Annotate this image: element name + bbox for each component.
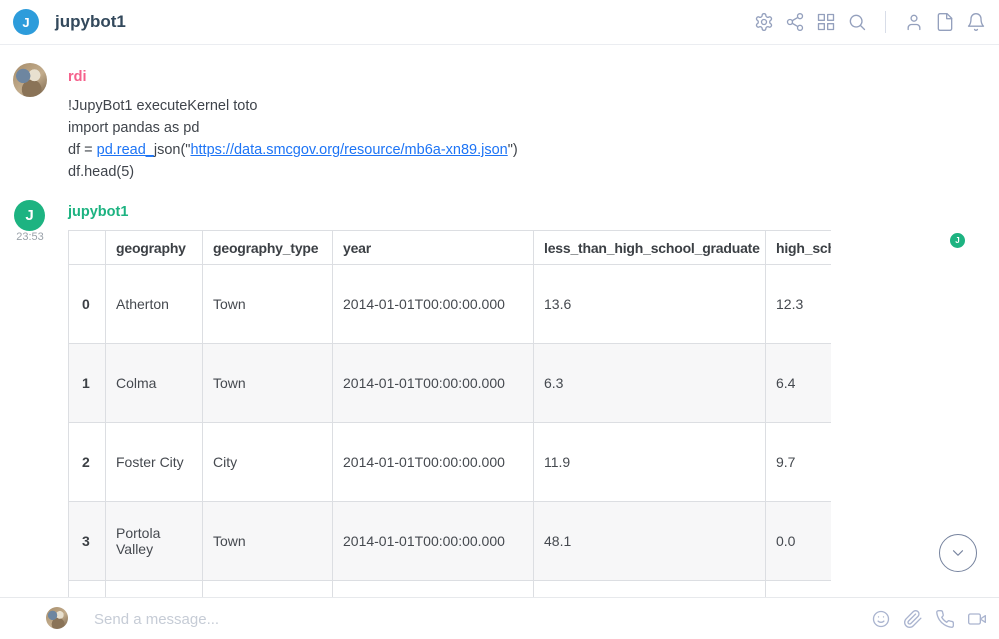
video-icon[interactable] [967,609,987,629]
message-timestamp: 23:53 [8,231,52,243]
paperclip-icon[interactable] [903,609,923,629]
table-cell: 0.0 [766,502,832,581]
bell-icon[interactable] [966,12,986,32]
code-text: df = [68,142,97,158]
message-composer [0,597,999,639]
table-cell: Portola Valley [106,502,203,581]
bot-username[interactable]: jupybot1 [68,204,128,220]
table-cell: 12.3 [766,265,832,344]
composer-user-avatar[interactable] [46,607,68,629]
search-icon[interactable] [847,12,867,32]
table-row [69,581,832,598]
message-line: df = pd.read_json("https://data.smcgov.o… [68,139,518,161]
emoji-icon[interactable] [871,609,891,629]
table-body: 0AthertonTown2014-01-01T00:00:00.00013.6… [69,265,832,598]
table-cell: Colma [106,344,203,423]
table-cell: 48.1 [534,502,766,581]
chevron-down-icon [949,544,967,562]
row-index: 2 [69,423,106,502]
message-line: import pandas as pd [68,117,518,139]
document-icon[interactable] [935,12,955,32]
row-index: 3 [69,502,106,581]
composer-actions [871,598,987,639]
table-cell [766,581,832,598]
table-cell: 2014-01-01T00:00:00.000 [333,423,534,502]
column-header [69,231,106,265]
table-cell: City [203,423,333,502]
row-index: 0 [69,265,106,344]
code-text: ") [508,142,518,158]
user-icon[interactable] [904,12,924,32]
table-cell: Town [203,265,333,344]
jump-to-bottom-button[interactable] [939,534,977,572]
apps-grid-icon[interactable] [816,12,836,32]
bot-avatar-letter: J [25,207,33,224]
table-cell: 6.4 [766,344,832,423]
dataframe-table: geography geography_type year less_than_… [68,230,831,597]
code-text: json(" [154,142,191,158]
read-receipt-letter: J [955,236,959,245]
table-row: 1ColmaTown2014-01-01T00:00:00.0006.36.4 [69,344,832,423]
table-cell [333,581,534,598]
message-line: df.head(5) [68,161,518,183]
chat-window: J jupybot1 [0,0,999,639]
column-header: less_than_high_school_graduate [534,231,766,265]
row-index [69,581,106,598]
share-icon[interactable] [785,12,805,32]
table-cell: 13.6 [534,265,766,344]
phone-icon[interactable] [935,609,955,629]
column-header: geography_type [203,231,333,265]
url-link[interactable]: https://data.smcgov.org/resource/mb6a-xn… [190,142,507,158]
table-cell: 6.3 [534,344,766,423]
dataframe-table-container: geography geography_type year less_than_… [68,230,831,597]
row-index: 1 [69,344,106,423]
bot-avatar[interactable]: J [14,200,45,231]
channel-header: J jupybot1 [0,0,999,45]
channel-title: jupybot1 [55,12,126,32]
table-cell [534,581,766,598]
column-header: year [333,231,534,265]
table-cell: 11.9 [534,423,766,502]
table-cell [203,581,333,598]
code-link[interactable]: pd.read_ [97,142,154,158]
table-cell: Atherton [106,265,203,344]
table-cell [106,581,203,598]
read-receipt-badge: J [950,233,965,248]
message-input[interactable] [92,603,656,635]
table-cell: Town [203,344,333,423]
username[interactable]: rdi [68,69,87,85]
table-cell: Town [203,502,333,581]
table-cell: Foster City [106,423,203,502]
message-line: !JupyBot1 executeKernel toto [68,95,518,117]
column-header: geography [106,231,203,265]
message-body: !JupyBot1 executeKernel toto import pand… [68,95,518,183]
channel-avatar-letter: J [22,15,29,30]
table-cell: 9.7 [766,423,832,502]
table-cell: 2014-01-01T00:00:00.000 [333,265,534,344]
table-cell: 2014-01-01T00:00:00.000 [333,344,534,423]
table-row: 3Portola ValleyTown2014-01-01T00:00:00.0… [69,502,832,581]
column-header: high_school_graduate [766,231,832,265]
user-avatar[interactable] [13,63,47,97]
table-row: 0AthertonTown2014-01-01T00:00:00.00013.6… [69,265,832,344]
message-list: rdi !JupyBot1 executeKernel toto import … [0,45,999,597]
table-header-row: geography geography_type year less_than_… [69,231,832,265]
channel-avatar[interactable]: J [13,9,39,35]
toolbar-divider [885,11,886,33]
table-cell: 2014-01-01T00:00:00.000 [333,502,534,581]
header-toolbar [754,0,986,44]
table-row: 2Foster CityCity2014-01-01T00:00:00.0001… [69,423,832,502]
settings-icon[interactable] [754,12,774,32]
